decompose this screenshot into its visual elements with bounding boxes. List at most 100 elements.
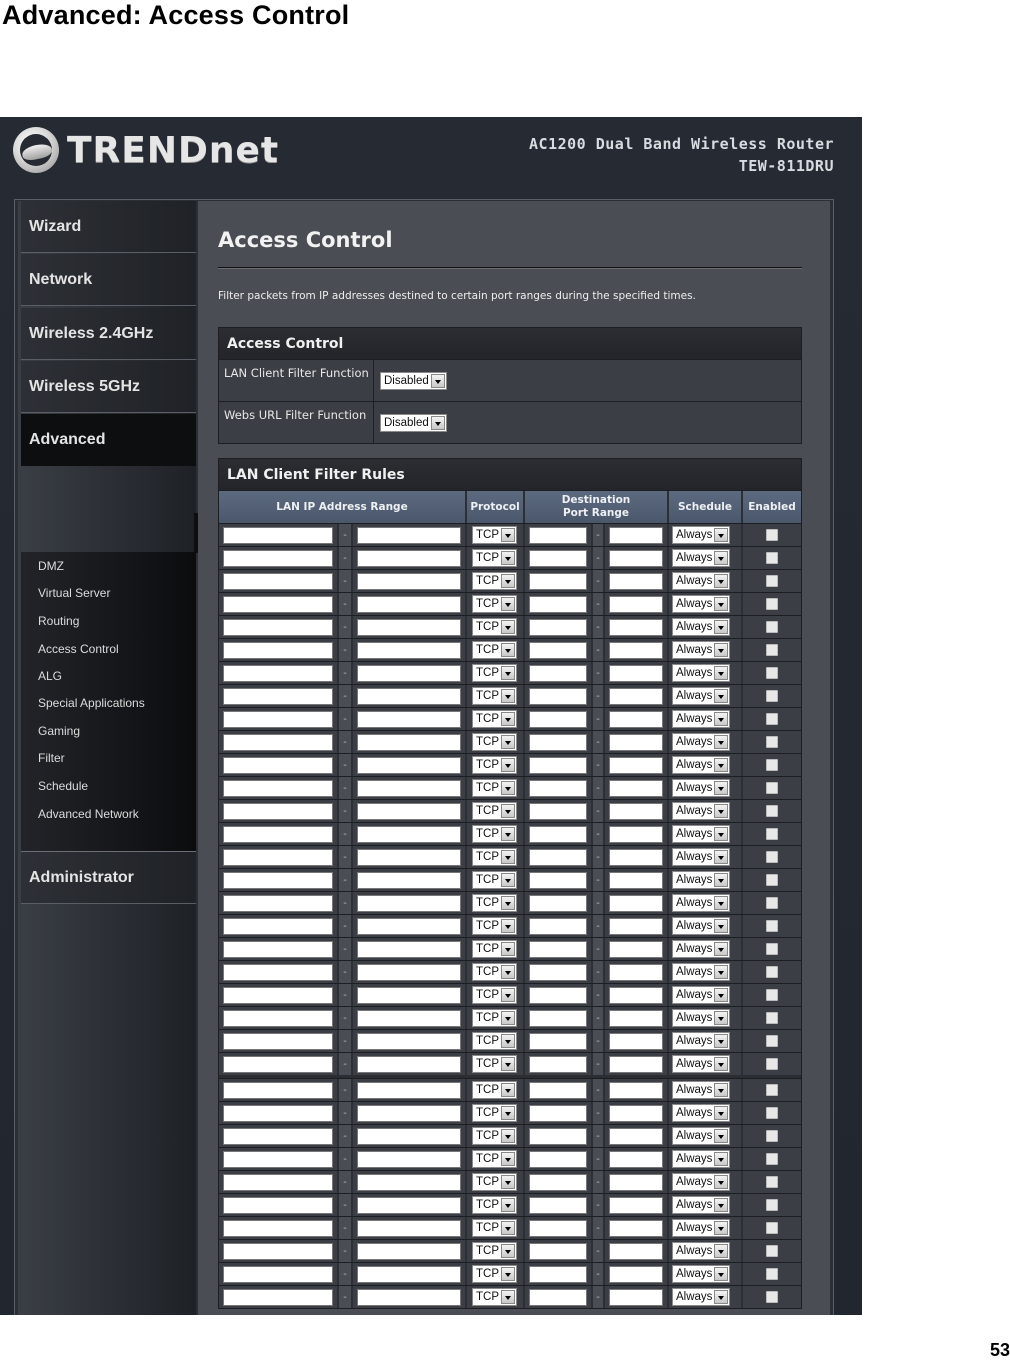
port-end-input[interactable]: [609, 1173, 663, 1191]
schedule-select[interactable]: Always: [672, 618, 731, 636]
port-end-input[interactable]: [609, 756, 663, 774]
protocol-select[interactable]: TCP: [472, 1150, 517, 1168]
port-start-input[interactable]: [529, 549, 587, 567]
port-end-input[interactable]: [609, 1081, 663, 1099]
port-end-input[interactable]: [609, 825, 663, 843]
ip-start-input[interactable]: [223, 1150, 333, 1168]
protocol-select[interactable]: TCP: [472, 1196, 517, 1214]
schedule-select[interactable]: Always: [672, 917, 731, 935]
port-start-input[interactable]: [529, 871, 587, 889]
enabled-checkbox[interactable]: [766, 1012, 778, 1024]
ip-start-input[interactable]: [223, 1055, 333, 1073]
port-start-input[interactable]: [529, 1196, 587, 1214]
ip-end-input[interactable]: [357, 963, 461, 981]
ip-start-input[interactable]: [223, 1032, 333, 1050]
schedule-select[interactable]: Always: [672, 733, 731, 751]
port-end-input[interactable]: [609, 802, 663, 820]
ip-end-input[interactable]: [357, 1173, 461, 1191]
ip-start-input[interactable]: [223, 894, 333, 912]
ip-end-input[interactable]: [357, 1055, 461, 1073]
ip-start-input[interactable]: [223, 1288, 333, 1306]
port-start-input[interactable]: [529, 917, 587, 935]
protocol-select[interactable]: TCP: [472, 1173, 517, 1191]
port-start-input[interactable]: [529, 986, 587, 1004]
schedule-select[interactable]: Always: [672, 1242, 731, 1260]
submenu-item-gaming[interactable]: Gaming: [38, 724, 80, 738]
schedule-select[interactable]: Always: [672, 526, 731, 544]
schedule-select[interactable]: Always: [672, 687, 731, 705]
port-end-input[interactable]: [609, 687, 663, 705]
protocol-select[interactable]: TCP: [472, 963, 517, 981]
protocol-select[interactable]: TCP: [472, 917, 517, 935]
ip-end-input[interactable]: [357, 1150, 461, 1168]
schedule-select[interactable]: Always: [672, 641, 731, 659]
port-start-input[interactable]: [529, 1173, 587, 1191]
ip-start-input[interactable]: [223, 572, 333, 590]
port-end-input[interactable]: [609, 940, 663, 958]
lan-client-filter-select[interactable]: Disabled: [380, 371, 447, 390]
ip-start-input[interactable]: [223, 664, 333, 682]
enabled-checkbox[interactable]: [766, 828, 778, 840]
port-start-input[interactable]: [529, 687, 587, 705]
port-end-input[interactable]: [609, 894, 663, 912]
ip-end-input[interactable]: [357, 687, 461, 705]
protocol-select[interactable]: TCP: [472, 825, 517, 843]
protocol-select[interactable]: TCP: [472, 894, 517, 912]
enabled-checkbox[interactable]: [766, 644, 778, 656]
ip-start-input[interactable]: [223, 1127, 333, 1145]
port-end-input[interactable]: [609, 1055, 663, 1073]
port-start-input[interactable]: [529, 756, 587, 774]
sidebar-item-administrator[interactable]: Administrator: [21, 852, 196, 904]
ip-start-input[interactable]: [223, 963, 333, 981]
port-end-input[interactable]: [609, 618, 663, 636]
schedule-select[interactable]: Always: [672, 1196, 731, 1214]
port-start-input[interactable]: [529, 526, 587, 544]
schedule-select[interactable]: Always: [672, 1055, 731, 1073]
port-end-input[interactable]: [609, 1242, 663, 1260]
ip-start-input[interactable]: [223, 710, 333, 728]
port-end-input[interactable]: [609, 526, 663, 544]
submenu-item-access-control[interactable]: Access Control: [38, 642, 119, 656]
schedule-select[interactable]: Always: [672, 802, 731, 820]
port-start-input[interactable]: [529, 1265, 587, 1283]
port-start-input[interactable]: [529, 848, 587, 866]
port-end-input[interactable]: [609, 595, 663, 613]
enabled-checkbox[interactable]: [766, 1107, 778, 1119]
port-end-input[interactable]: [609, 641, 663, 659]
schedule-select[interactable]: Always: [672, 1265, 731, 1283]
schedule-select[interactable]: Always: [672, 940, 731, 958]
enabled-checkbox[interactable]: [766, 598, 778, 610]
enabled-checkbox[interactable]: [766, 1058, 778, 1070]
ip-start-input[interactable]: [223, 1242, 333, 1260]
enabled-checkbox[interactable]: [766, 736, 778, 748]
enabled-checkbox[interactable]: [766, 1268, 778, 1280]
schedule-select[interactable]: Always: [672, 963, 731, 981]
protocol-select[interactable]: TCP: [472, 1219, 517, 1237]
enabled-checkbox[interactable]: [766, 667, 778, 679]
schedule-select[interactable]: Always: [672, 1081, 731, 1099]
ip-end-input[interactable]: [357, 1219, 461, 1237]
submenu-item-alg[interactable]: ALG: [38, 669, 62, 683]
ip-end-input[interactable]: [357, 1288, 461, 1306]
protocol-select[interactable]: TCP: [472, 1104, 517, 1122]
protocol-select[interactable]: TCP: [472, 756, 517, 774]
submenu-item-special-applications[interactable]: Special Applications: [38, 696, 145, 710]
enabled-checkbox[interactable]: [766, 1245, 778, 1257]
enabled-checkbox[interactable]: [766, 759, 778, 771]
webs-url-filter-select[interactable]: Disabled: [380, 413, 447, 432]
schedule-select[interactable]: Always: [672, 1009, 731, 1027]
schedule-select[interactable]: Always: [672, 1219, 731, 1237]
sidebar-item-wireless-5ghz[interactable]: Wireless 5GHz: [21, 361, 196, 413]
ip-end-input[interactable]: [357, 641, 461, 659]
port-start-input[interactable]: [529, 664, 587, 682]
port-start-input[interactable]: [529, 595, 587, 613]
protocol-select[interactable]: TCP: [472, 848, 517, 866]
protocol-select[interactable]: TCP: [472, 641, 517, 659]
port-start-input[interactable]: [529, 710, 587, 728]
port-start-input[interactable]: [529, 1219, 587, 1237]
enabled-checkbox[interactable]: [766, 782, 778, 794]
ip-end-input[interactable]: [357, 526, 461, 544]
port-end-input[interactable]: [609, 871, 663, 889]
port-start-input[interactable]: [529, 894, 587, 912]
ip-end-input[interactable]: [357, 802, 461, 820]
